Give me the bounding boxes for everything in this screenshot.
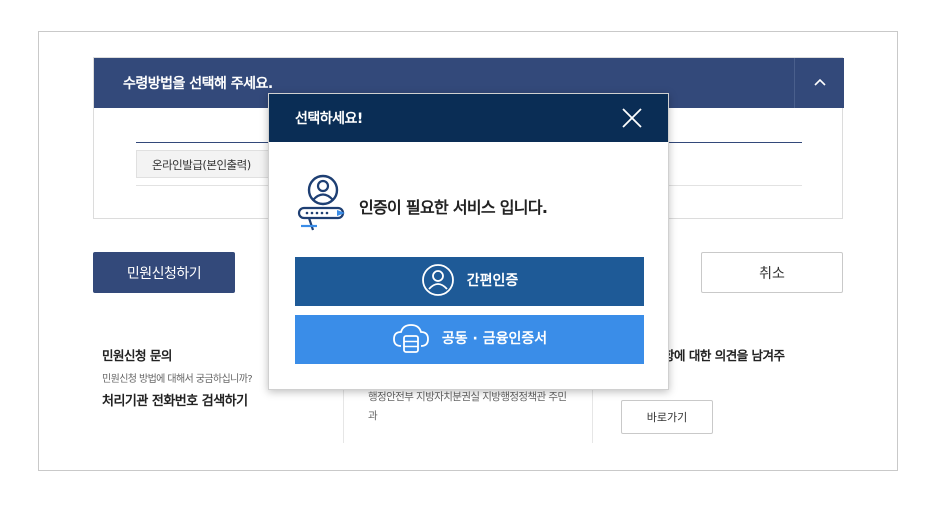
opinion-text: 선사항에 대한 의견을 남겨주 xyxy=(641,348,785,363)
modal-header: 선택하세요! xyxy=(269,94,668,142)
simple-auth-label: 간편인증 xyxy=(466,272,519,289)
apply-button[interactable]: 민원신청하기 xyxy=(93,252,235,293)
simple-auth-button[interactable]: 간편인증 xyxy=(295,257,644,306)
close-icon[interactable] xyxy=(622,108,642,128)
user-auth-icon xyxy=(297,174,345,231)
phone-search-link[interactable]: 처리기관 전화번호 검색하기 xyxy=(102,390,248,409)
modal-title: 선택하세요! xyxy=(295,111,363,127)
chevron-up-icon xyxy=(814,78,826,86)
certificate-auth-button[interactable]: 공동 · 금융인증서 xyxy=(295,315,644,364)
user-circle-icon xyxy=(421,263,454,296)
inquiry-title: 민원신청 문의 xyxy=(102,348,172,363)
cloud-database-icon xyxy=(392,323,429,353)
certificate-auth-label: 공동 · 금융인증서 xyxy=(441,330,548,347)
cancel-button[interactable]: 취소 xyxy=(701,252,843,293)
inquiry-description: 민원신청 방법에 대해서 궁금하십니까? xyxy=(102,374,253,385)
ministry-text: 행정안전부 지방자치분권실 지방행정정책관 주민과 xyxy=(368,391,567,422)
receipt-method-title: 수령방법을 선택해 주세요. xyxy=(123,76,273,92)
auth-required-message: 인증이 필요한 서비스 입니다. xyxy=(359,198,548,217)
receipt-option-online[interactable]: 온라인발급(본인출력) xyxy=(136,150,270,178)
collapse-toggle-button[interactable] xyxy=(794,58,844,108)
auth-modal: 선택하세요! 인증이 필요한 서비스 입니다. 간편인증 공동 · 금융인증서 xyxy=(268,93,669,390)
goto-button[interactable]: 바로가기 xyxy=(621,400,713,434)
